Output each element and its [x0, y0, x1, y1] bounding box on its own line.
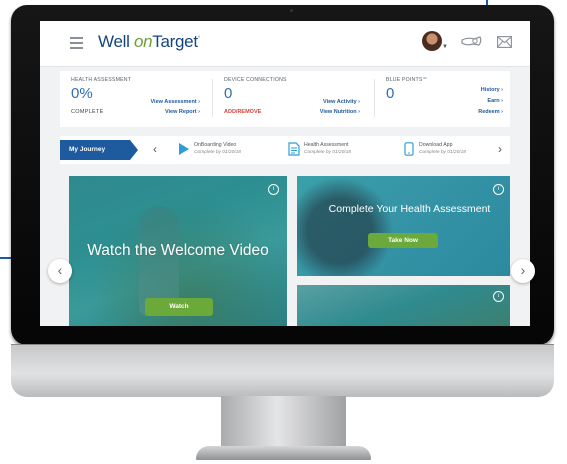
info-icon[interactable]: i: [493, 291, 504, 302]
monitor-stand-base: [196, 446, 371, 460]
blue-points-label: BLUE POINTS℠: [386, 77, 428, 83]
health-assessment-title: Complete Your Health Assessment: [328, 203, 491, 215]
divider: [374, 79, 375, 117]
info-icon[interactable]: i: [268, 184, 279, 195]
stats-panel: HEALTH ASSESSMENT 0% COMPLETE View Asses…: [60, 71, 510, 127]
earn-link[interactable]: Earn ›: [440, 98, 503, 104]
step-due-date: Complete by 01/20/18: [304, 150, 351, 155]
chevron-down-icon[interactable]: ▼: [442, 44, 448, 50]
blue-points-value: 0: [386, 85, 395, 102]
info-icon[interactable]: i: [493, 184, 504, 195]
view-nutrition-link[interactable]: View Nutrition ›: [290, 109, 360, 115]
step-title: Health Assessment: [304, 142, 349, 148]
promo-card[interactable]: i: [297, 285, 510, 326]
welcome-video-card[interactable]: i Watch the Welcome Video Watch: [69, 176, 287, 326]
journey-prev-button[interactable]: ‹: [153, 142, 157, 156]
monitor-chin: [11, 344, 554, 397]
step-due-date: Complete by 01/20/18: [194, 150, 241, 155]
user-avatar[interactable]: [422, 31, 442, 51]
health-assessment-label: HEALTH ASSESSMENT: [71, 77, 132, 83]
device-connections-value: 0: [224, 85, 233, 102]
step-due-date: Complete by 01/20/18: [419, 150, 466, 155]
document-icon: [288, 142, 300, 156]
journey-bar: My Journey ‹ OnBoarding Video Complete b…: [60, 136, 510, 164]
health-assessment-sub: COMPLETE: [71, 109, 104, 115]
add-remove-link[interactable]: ADD/REMOVE: [224, 109, 261, 115]
wellontarget-logo[interactable]: Well onTarget°: [98, 32, 201, 52]
redeem-link[interactable]: Redeem ›: [440, 109, 503, 115]
mail-icon[interactable]: [497, 36, 512, 48]
view-activity-link[interactable]: View Activity ›: [290, 99, 360, 105]
monitor-stand: [221, 396, 346, 448]
carousel-next-button[interactable]: ›: [511, 259, 535, 283]
divider: [212, 79, 213, 117]
health-assessment-card[interactable]: i Complete Your Health Assessment Take N…: [297, 176, 510, 276]
history-link[interactable]: History ›: [440, 87, 503, 93]
view-report-link[interactable]: View Report ›: [130, 109, 200, 115]
phone-icon: [404, 142, 414, 156]
app-screen: Well onTarget° ▼ HEALTH ASSESSMENT 0% CO…: [40, 21, 530, 326]
health-assessment-value: 0%: [71, 85, 93, 102]
my-journey-tab[interactable]: My Journey: [60, 140, 138, 160]
app-header: Well onTarget° ▼: [40, 21, 530, 67]
journey-next-button[interactable]: ›: [498, 142, 502, 156]
hamburger-menu-icon[interactable]: [70, 37, 83, 49]
view-assessment-link[interactable]: View Assessment ›: [130, 99, 200, 105]
step-title: OnBoarding Video: [194, 142, 237, 148]
device-sensor-icon[interactable]: [460, 34, 484, 50]
take-now-button[interactable]: Take Now: [368, 233, 438, 248]
monitor-camera: [290, 9, 293, 12]
watch-button[interactable]: Watch: [145, 298, 213, 316]
carousel-prev-button[interactable]: ‹: [48, 259, 72, 283]
device-connections-label: DEVICE CONNECTIONS: [224, 77, 287, 83]
welcome-video-title: Watch the Welcome Video: [87, 242, 269, 259]
step-title: Download App: [419, 142, 453, 148]
play-icon: [179, 143, 189, 155]
